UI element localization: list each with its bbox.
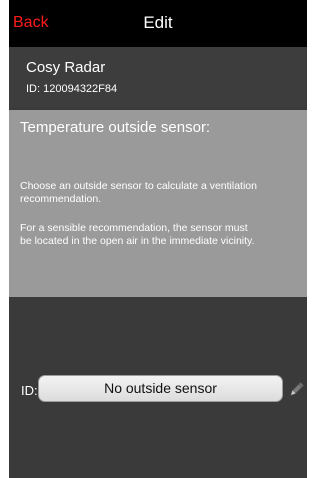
sensor-id-label: ID: bbox=[21, 383, 38, 398]
info-paragraph-location: For a sensible recommendation, the senso… bbox=[20, 222, 307, 247]
sensor-id-row: ID: No outside sensor bbox=[9, 374, 307, 404]
info-paragraph-location-line: be located in the open air in the immedi… bbox=[20, 234, 255, 247]
info-heading: Temperature outside sensor: bbox=[20, 119, 211, 136]
navigation-bar: Back Edit bbox=[9, 0, 307, 47]
info-panel: Temperature outside sensor: Choose an ou… bbox=[9, 110, 307, 297]
info-paragraph-choose-line: Choose an outside sensor to calculate a … bbox=[20, 180, 257, 192]
info-paragraph-choose: Choose an outside sensor to calculate a … bbox=[20, 180, 307, 205]
outside-sensor-select[interactable]: No outside sensor bbox=[38, 375, 283, 402]
app-screen: Back Edit Cosy Radar ID: 120094322F84 Te… bbox=[9, 0, 307, 478]
page-title: Edit bbox=[143, 13, 173, 32]
device-header: Cosy Radar ID: 120094322F84 bbox=[9, 47, 307, 107]
device-id: ID: 120094322F84 bbox=[26, 83, 118, 95]
pencil-icon[interactable] bbox=[288, 380, 306, 398]
device-name: Cosy Radar bbox=[26, 59, 106, 76]
info-paragraph-choose-line: recommendation. bbox=[20, 192, 102, 205]
info-paragraph-location-line: For a sensible recommendation, the senso… bbox=[20, 222, 248, 234]
